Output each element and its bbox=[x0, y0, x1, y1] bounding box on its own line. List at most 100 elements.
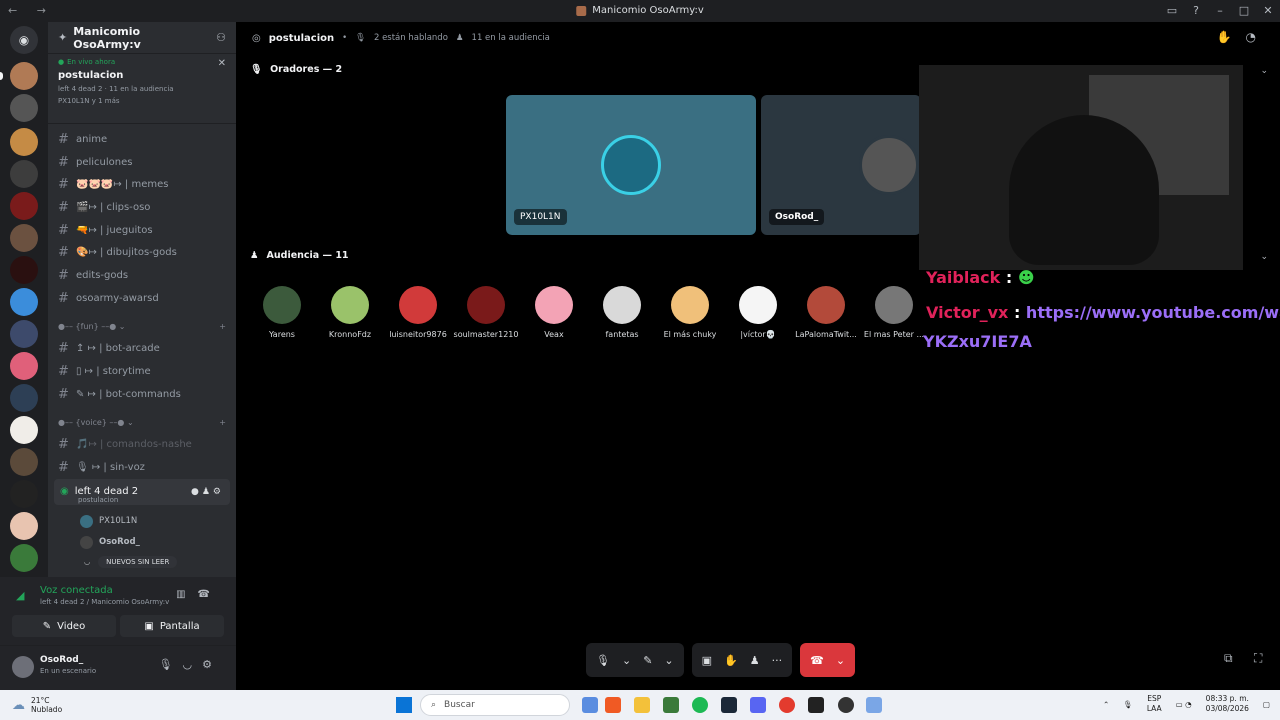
roblox-icon[interactable] bbox=[808, 697, 824, 713]
discord-icon[interactable] bbox=[750, 697, 766, 713]
steam-icon[interactable] bbox=[721, 697, 737, 713]
invite-icon[interactable]: ♟ bbox=[750, 654, 760, 667]
server-header[interactable]: ✦ Manicomio OsoArmy:v ⚇ bbox=[48, 22, 236, 54]
avatar[interactable] bbox=[12, 656, 34, 678]
plus-icon[interactable]: + bbox=[219, 418, 226, 427]
spotify-icon[interactable] bbox=[692, 697, 708, 713]
voice-user[interactable]: OsoRod_ bbox=[48, 532, 236, 553]
server-icon[interactable] bbox=[10, 192, 38, 220]
channel-anime[interactable]: # anime bbox=[48, 128, 236, 151]
file-explorer-icon[interactable] bbox=[634, 697, 650, 713]
channel-dibujitos-gods[interactable]: # 🎨↦ | dibujitos-gods bbox=[48, 241, 236, 264]
audience-member[interactable]: LaPalomaTwit... bbox=[792, 286, 860, 339]
voice-channel-actions[interactable]: ●♟⚙ bbox=[191, 487, 224, 497]
channel-osoarmy-awarsd[interactable]: # osoarmy-awarsd bbox=[48, 287, 236, 310]
server-icon[interactable] bbox=[10, 62, 38, 90]
raise-hand-icon[interactable]: ✋ bbox=[724, 654, 738, 667]
server-icon[interactable] bbox=[10, 320, 38, 348]
video-button[interactable]: ✎ Video bbox=[12, 615, 116, 637]
maximize-button[interactable]: □ bbox=[1232, 0, 1256, 22]
voice-panel-actions[interactable]: ▥☎ bbox=[176, 589, 222, 600]
category-fun[interactable]: ●–– {fun} ––● ⌄ + bbox=[48, 316, 236, 338]
disconnect-button[interactable]: ☎ ⌄ bbox=[800, 643, 856, 677]
server-icon[interactable] bbox=[10, 416, 38, 444]
app-icon[interactable] bbox=[866, 697, 882, 713]
chevron-up-icon[interactable]: ⌃ bbox=[1103, 700, 1109, 709]
windows-start-icon[interactable] bbox=[396, 697, 412, 713]
new-unread-badge[interactable]: ◡ NUEVOS SIN LEER bbox=[84, 555, 236, 568]
audience-member[interactable]: Yarens bbox=[248, 286, 316, 339]
help-icon[interactable]: ? bbox=[1184, 0, 1208, 22]
server-icon[interactable] bbox=[10, 94, 38, 122]
audience-member[interactable]: luisneitor9876 bbox=[384, 286, 452, 339]
chevron-down-icon[interactable]: ⌄ bbox=[836, 654, 845, 667]
language-indicator[interactable]: ESP LAA bbox=[1147, 694, 1162, 714]
plus-icon[interactable]: + bbox=[219, 322, 226, 331]
channel-bot-commands[interactable]: # ✎ ↦ | bot-commands bbox=[48, 383, 236, 406]
category-voice[interactable]: ●–– {voice} ––● ⌄ + bbox=[48, 412, 236, 434]
server-icon[interactable] bbox=[10, 352, 38, 380]
invite-icon[interactable]: ⚇ bbox=[216, 31, 226, 44]
channel-memes[interactable]: # 🐷🐷🐷↦ | memes bbox=[48, 173, 236, 196]
audience-member[interactable]: |víctor💀 bbox=[724, 286, 792, 339]
minecraft-icon[interactable] bbox=[663, 697, 679, 713]
notifications-icon[interactable]: ▢ bbox=[1263, 700, 1270, 709]
topbar-actions[interactable]: ✋◔ bbox=[1217, 30, 1270, 44]
popout-icon[interactable]: ⧉ bbox=[1224, 651, 1233, 666]
user-controls[interactable]: 🎙◡⚙ bbox=[159, 658, 222, 671]
audience-member[interactable]: fantetas bbox=[588, 286, 656, 339]
mic-icon[interactable]: 🎙 bbox=[1123, 700, 1133, 709]
server-icon[interactable] bbox=[10, 256, 38, 284]
channel-peliculones[interactable]: # peliculones bbox=[48, 151, 236, 174]
weather-widget[interactable]: ☁ 21°C Nublado bbox=[12, 696, 62, 714]
speaker-tile[interactable]: OsoRod_ bbox=[761, 95, 921, 235]
speaker-tile[interactable]: PX10L1N bbox=[506, 95, 756, 235]
audience-member[interactable]: El mas Peter ... bbox=[860, 286, 928, 339]
chevron-down-icon[interactable]: ⌄ bbox=[1260, 252, 1268, 262]
chevron-down-icon[interactable]: ⌄ bbox=[664, 654, 673, 667]
server-icon[interactable] bbox=[10, 448, 38, 476]
clock[interactable]: 08:33 p. m. 03/08/2026 bbox=[1206, 694, 1249, 714]
audience-member[interactable]: Veax bbox=[520, 286, 588, 339]
channel-clips-oso[interactable]: # 🎬↦ | clips-oso bbox=[48, 196, 236, 219]
more-icon[interactable]: ··· bbox=[772, 654, 783, 667]
network-icon[interactable]: ▭ ◔ bbox=[1176, 700, 1192, 709]
nav-arrows[interactable]: ← → bbox=[8, 4, 54, 17]
channel-jueguitos[interactable]: # 🔫↦ | jueguitos bbox=[48, 219, 236, 242]
voice-status[interactable]: Voz conectada bbox=[40, 585, 113, 596]
chrome-icon[interactable] bbox=[779, 697, 795, 713]
server-icon[interactable] bbox=[10, 224, 38, 252]
server-icon[interactable] bbox=[10, 128, 38, 156]
audience-member[interactable]: soulmaster1210 bbox=[452, 286, 520, 339]
server-icon[interactable] bbox=[10, 544, 38, 572]
channel-edits-gods[interactable]: # edits-gods bbox=[48, 264, 236, 287]
server-icon[interactable] bbox=[10, 160, 38, 188]
channel-sin-voz[interactable]: # 🎙 ↦ | sin-voz bbox=[48, 456, 236, 479]
live-stage-card[interactable]: En vivo ahora postulacion left 4 dead 2 … bbox=[48, 54, 236, 124]
close-button[interactable]: ✕ bbox=[1256, 0, 1280, 22]
channel-comandos-nashe[interactable]: # 🎵↦ | comandos-nashe bbox=[48, 434, 236, 457]
screen-share-button[interactable]: ▣ Pantalla bbox=[120, 615, 224, 637]
server-icon[interactable] bbox=[10, 480, 38, 508]
mic-icon[interactable]: 🎙 bbox=[596, 654, 610, 667]
video-off-icon[interactable]: ✎ bbox=[643, 654, 652, 667]
copilot-icon[interactable] bbox=[582, 697, 598, 713]
channel-bot-arcade[interactable]: # ↥ ↦ | bot-arcade bbox=[48, 338, 236, 361]
audience-member[interactable]: KronnoFdz bbox=[316, 286, 384, 339]
inbox-icon[interactable]: ▭ bbox=[1160, 0, 1184, 22]
server-icon[interactable] bbox=[10, 512, 38, 540]
screen-share-icon[interactable]: ▣ bbox=[702, 654, 712, 667]
app-icon[interactable] bbox=[838, 697, 854, 713]
user-name[interactable]: OsoRod_ bbox=[40, 655, 83, 665]
brave-icon[interactable] bbox=[605, 697, 621, 713]
close-icon[interactable]: ✕ bbox=[218, 58, 226, 69]
server-icon[interactable] bbox=[10, 288, 38, 316]
channel-storytime[interactable]: # ▯ ↦ | storytime bbox=[48, 360, 236, 383]
server-icon[interactable] bbox=[10, 384, 38, 412]
minimize-button[interactable]: – bbox=[1208, 0, 1232, 22]
voice-user[interactable]: PX10L1N bbox=[48, 511, 236, 532]
chevron-down-icon[interactable]: ⌄ bbox=[622, 654, 631, 667]
audience-member[interactable]: El más chuky bbox=[656, 286, 724, 339]
voice-channel-left4dead2[interactable]: ◉ left 4 dead 2 postulacion ●♟⚙ bbox=[54, 478, 230, 505]
fullscreen-icon[interactable]: ⛶ bbox=[1254, 651, 1262, 666]
